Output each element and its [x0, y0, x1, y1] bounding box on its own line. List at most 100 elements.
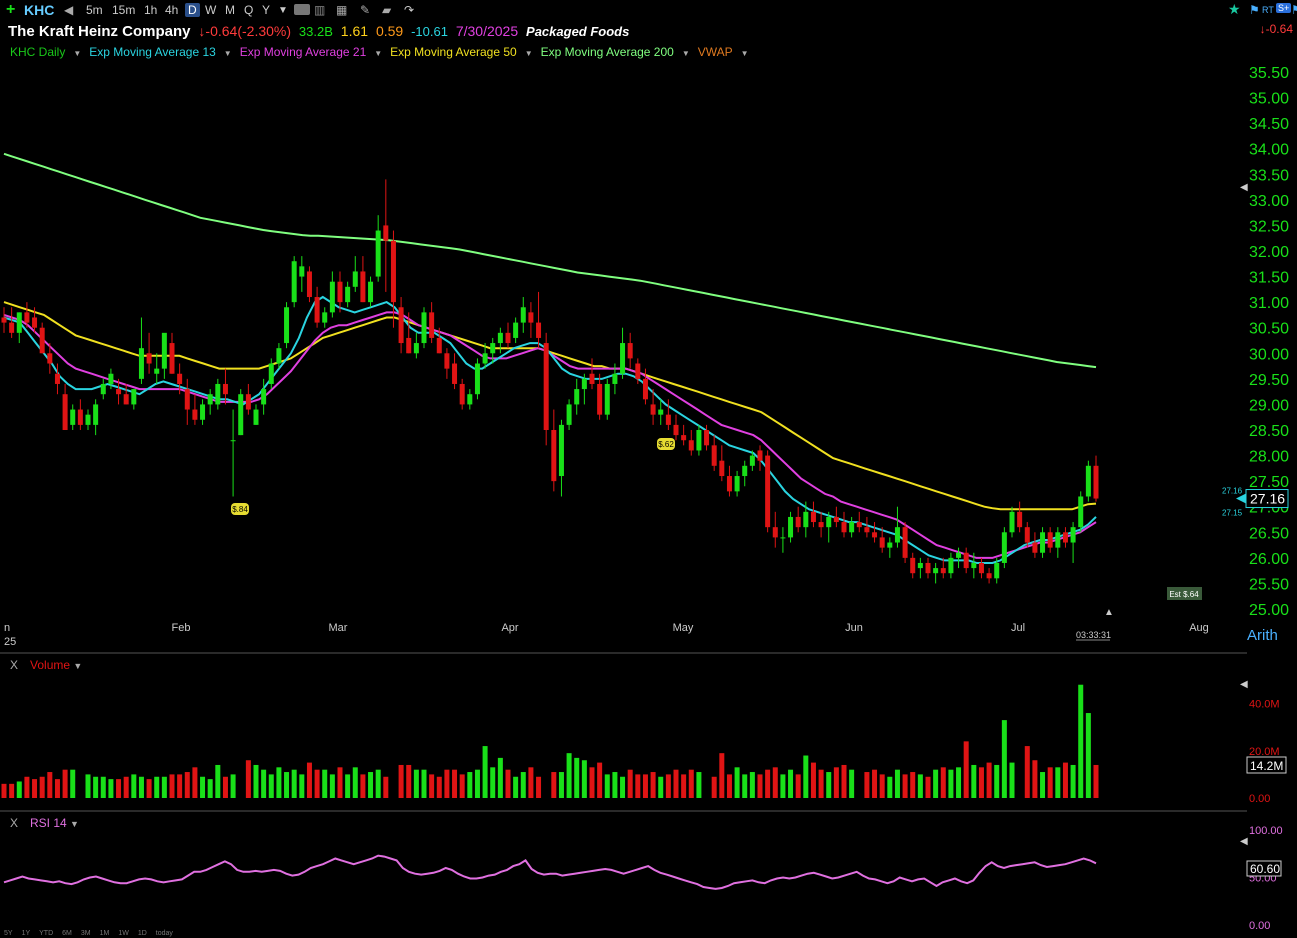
scroll-up-icon: ◀ — [1240, 679, 1248, 690]
rsi-pane-label[interactable]: X RSI 14 ▼ — [10, 816, 79, 830]
volume-bar — [131, 774, 137, 798]
scale-toggle[interactable]: Arith — [1247, 627, 1278, 644]
volume-bar — [222, 776, 228, 798]
candle-body — [9, 322, 15, 333]
candle-body — [85, 414, 91, 425]
candle-body — [1001, 532, 1007, 563]
range-6[interactable]: 1W — [118, 930, 129, 937]
chevron-down-icon[interactable]: ▼ — [70, 819, 79, 829]
volume-bar — [230, 774, 236, 798]
volume-bar — [726, 774, 732, 798]
volume-bar — [505, 769, 511, 798]
volume-bar — [513, 776, 519, 798]
candle-body — [543, 343, 549, 430]
candle-body — [940, 568, 946, 574]
candle-body — [780, 537, 786, 539]
candle-body — [100, 383, 106, 395]
price-tick-label: 34.50 — [1249, 116, 1289, 133]
price-tick-label: 33.50 — [1249, 167, 1289, 184]
volume-bar — [872, 769, 878, 798]
candle-body — [429, 312, 435, 338]
volume-bar — [894, 769, 900, 798]
volume-bar — [345, 774, 351, 798]
ema50-line — [3, 301, 1097, 511]
volume-bar — [642, 774, 648, 798]
range-1[interactable]: 1Y — [22, 930, 31, 937]
range-0[interactable]: 5Y — [4, 930, 13, 937]
chevron-down-icon[interactable]: ▼ — [73, 661, 82, 671]
range-2[interactable]: YTD — [39, 930, 53, 937]
candle-body — [994, 562, 1000, 579]
candle-body — [650, 404, 656, 415]
range-3[interactable]: 6M — [62, 930, 72, 937]
volume-bar — [948, 769, 954, 798]
estimate-label: Est $.64 — [1169, 590, 1199, 599]
volume-bar — [161, 776, 167, 798]
volume-tick-label: 20.0M — [1249, 746, 1280, 758]
range-5[interactable]: 1M — [100, 930, 110, 937]
candle-body — [474, 363, 480, 395]
close-volume-icon[interactable]: X — [10, 658, 18, 672]
volume-bar — [749, 772, 755, 798]
volume-bar — [956, 767, 962, 798]
volume-bar — [490, 767, 496, 798]
volume-bar — [589, 767, 595, 798]
volume-bar — [910, 772, 916, 798]
candle-body — [123, 394, 129, 405]
candle-body — [917, 562, 923, 569]
last-price-label: 27.16 — [1250, 491, 1285, 507]
close-rsi-icon[interactable]: X — [10, 816, 18, 830]
x-tick-label: Aug — [1189, 622, 1209, 634]
candle-body — [360, 271, 366, 303]
volume-bar — [681, 774, 687, 798]
price-tick-label: 28.50 — [1249, 423, 1289, 440]
candle-body — [390, 240, 396, 303]
candle-body — [291, 261, 297, 303]
volume-bar — [284, 772, 290, 798]
volume-bar — [322, 769, 328, 798]
candle-body — [177, 373, 183, 384]
volume-bar — [933, 769, 939, 798]
volume-bar — [734, 767, 740, 798]
candle-body — [558, 424, 564, 477]
candle-body — [1009, 511, 1015, 533]
volume-bar — [100, 776, 106, 798]
range-8[interactable]: today — [156, 930, 173, 937]
candle-body — [93, 404, 99, 425]
range-7[interactable]: 1D — [138, 930, 147, 937]
volume-bar — [757, 774, 763, 798]
volume-bar — [1024, 746, 1030, 798]
candle-body — [169, 343, 175, 374]
candle-body — [200, 404, 206, 420]
candle-body — [1040, 532, 1046, 553]
candle-body — [856, 522, 862, 528]
candle-body — [551, 430, 557, 482]
volume-bar — [1040, 772, 1046, 798]
candle-body — [604, 383, 610, 415]
volume-bar — [826, 772, 832, 798]
candle-body — [872, 532, 878, 538]
volume-pane-label[interactable]: X Volume ▼ — [10, 658, 82, 672]
candle-body — [711, 445, 717, 466]
candle-body — [452, 363, 458, 384]
volume-bar — [482, 746, 488, 798]
price-tick-label: 31.50 — [1249, 270, 1289, 287]
volume-bar — [368, 772, 374, 798]
volume-bar — [978, 767, 984, 798]
volume-bar — [146, 779, 152, 798]
volume-bar — [413, 769, 419, 798]
volume-bar — [207, 779, 213, 798]
price-chart[interactable]: 25.0025.5026.0026.5027.0027.5028.0028.50… — [0, 0, 1297, 938]
candle-body — [574, 389, 580, 405]
range-4[interactable]: 3M — [81, 930, 91, 937]
candle-body — [536, 322, 542, 338]
candle-body — [245, 394, 251, 410]
volume-bar — [1009, 762, 1015, 798]
volume-bar — [574, 757, 580, 798]
volume-bar — [93, 776, 99, 798]
volume-bar — [444, 769, 450, 798]
volume-bar — [62, 769, 68, 798]
ema13-value-label: 27.16 — [1222, 487, 1243, 496]
volume-bar — [810, 762, 816, 798]
candle-body — [978, 562, 984, 574]
